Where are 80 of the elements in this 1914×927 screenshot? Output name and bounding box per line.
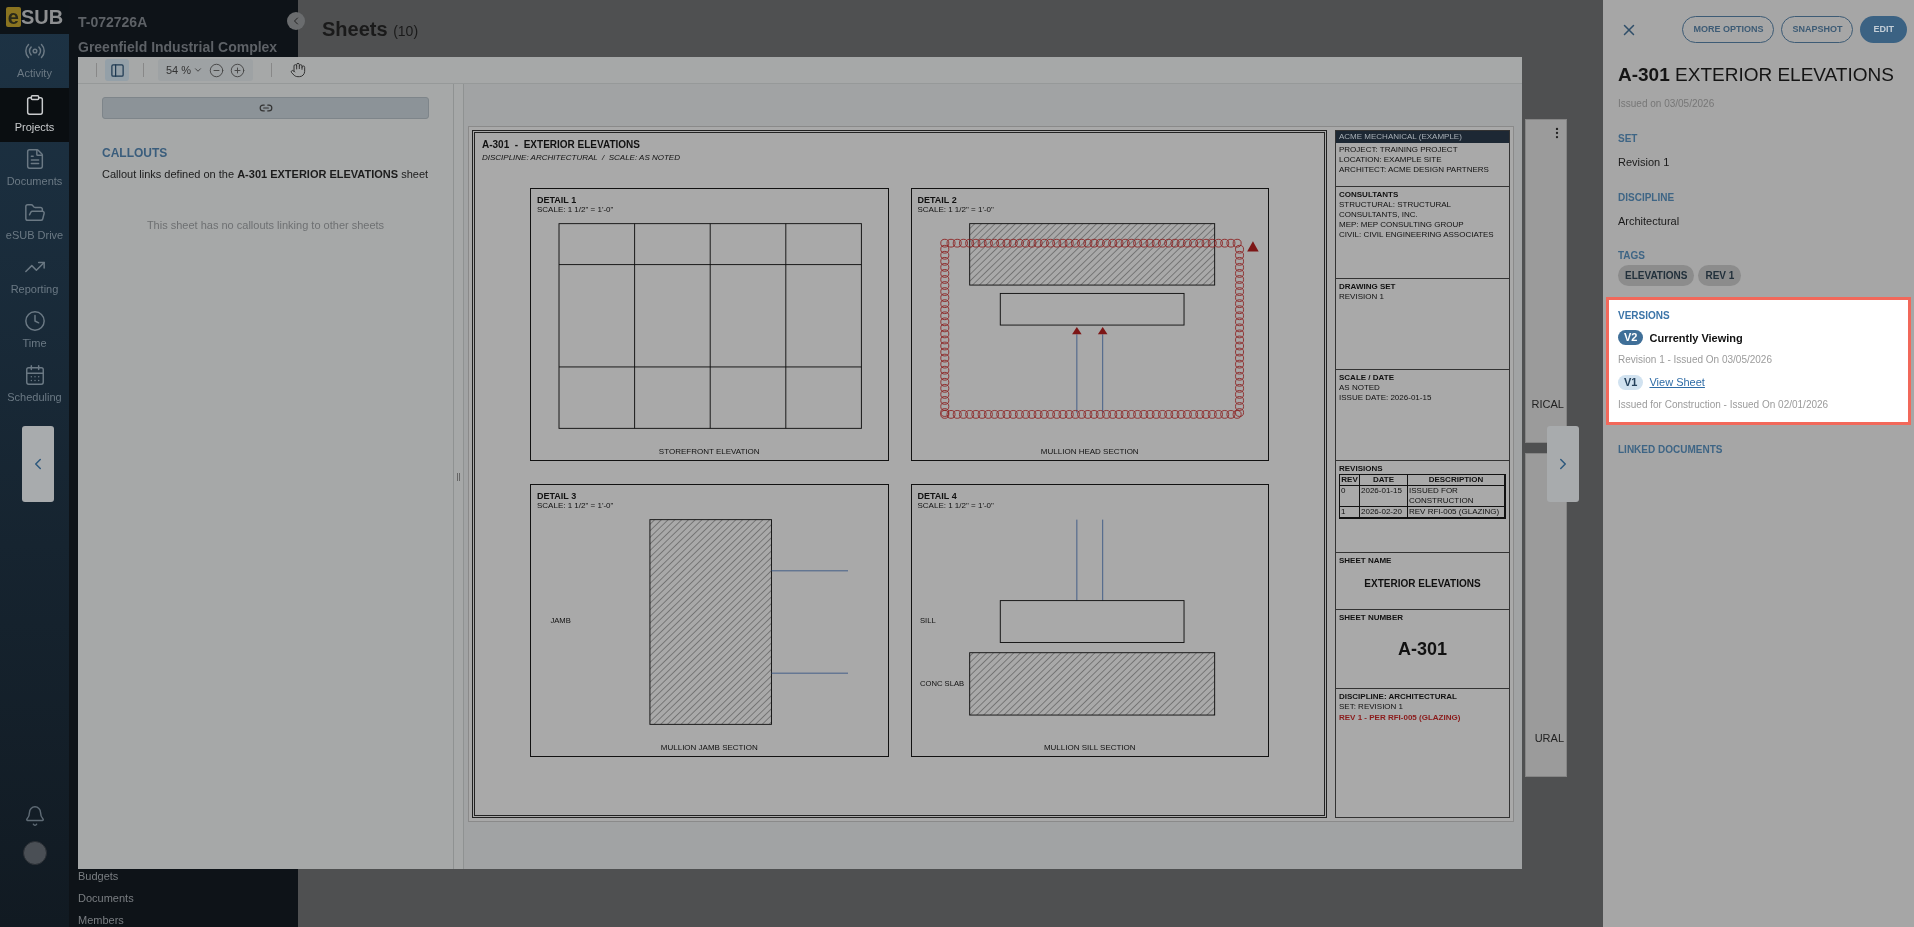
table-cell: REV RFI-005 (GLAZING) xyxy=(1408,507,1505,518)
nav-item[interactable]: eSUB Drive xyxy=(0,196,69,250)
view-sheet-link[interactable]: View Sheet xyxy=(1649,374,1705,391)
field-label: TAGS xyxy=(1618,248,1647,263)
title-block-text: CIVIL: CIVIL ENGINEERING ASSOCIATES xyxy=(1339,230,1494,240)
project-code: T-072726A xyxy=(78,13,148,32)
section-heading: VERSIONS xyxy=(1618,308,1671,323)
version-detail: Issued for Construction - Issued On 02/01/2026 xyxy=(1618,397,1830,412)
detail-caption: MULLION SILL SECTION xyxy=(1043,743,1136,753)
title-block-heading: CONSULTANTS xyxy=(1339,190,1399,200)
nav-item[interactable]: Activity xyxy=(0,34,69,88)
version-status: Currently Viewing xyxy=(1649,330,1743,346)
version-detail: Revision 1 - Issued On 03/05/2026 xyxy=(1618,353,1773,367)
title-block-text: ARCHITECT: ACME DESIGN PARTNERS xyxy=(1339,165,1489,175)
revision-note: REV 1 - PER RFI-005 (GLAZING) xyxy=(1339,712,1461,724)
page-title: Sheets (10) xyxy=(322,16,419,42)
title-block-heading: DRAWING SET xyxy=(1339,282,1396,292)
detail-scale: SCALE: 1 1/2" = 1'-0" xyxy=(917,205,994,215)
sheet-card[interactable]: RICAL xyxy=(1525,119,1567,443)
nav-item[interactable]: Documents xyxy=(0,142,69,196)
field-label: DISCIPLINE xyxy=(1618,191,1676,205)
company-name: ACME MECHANICAL (EXAMPLE) xyxy=(1339,132,1462,142)
title-block-text: MEP: MEP CONSULTING GROUP xyxy=(1339,220,1464,230)
callouts-description: Callout links defined on the A-301 EXTERIOR ELEVATIONS sheet xyxy=(102,167,429,182)
field-value: Architectural xyxy=(1618,214,1681,229)
nav-item[interactable]: Time xyxy=(0,304,69,358)
title-block-text: LOCATION: EXAMPLE SITE xyxy=(1339,155,1442,165)
nav-item[interactable]: Scheduling xyxy=(0,358,69,412)
project-name: Greenfield Industrial Complex xyxy=(78,38,278,57)
title-block-heading: SHEET NUMBER xyxy=(1339,613,1403,623)
sheet-heading: A-301 EXTERIOR ELEVATIONS xyxy=(1618,63,1895,87)
detail-caption: MULLION JAMB SECTION xyxy=(660,743,758,753)
detail-title: DETAIL 1 xyxy=(537,195,577,205)
detail-title: DETAIL 3 xyxy=(537,491,577,501)
detail-caption: MULLION HEAD SECTION xyxy=(1040,447,1139,457)
title-block-heading: SCALE / DATE xyxy=(1339,373,1394,383)
table-cell: ISSUED FOR CONSTRUCTION xyxy=(1408,486,1505,507)
title-block-text: STRUCTURAL: STRUCTURAL CONSULTANTS, INC. xyxy=(1339,200,1452,220)
table-cell: 0 xyxy=(1340,486,1360,507)
title-block-heading: SHEET NAME xyxy=(1339,556,1392,566)
table-cell: 2026-01-15 xyxy=(1360,486,1408,507)
title-block-heading: DISCIPLINE: ARCHITECTURAL xyxy=(1339,692,1457,702)
title-block-text: PROJECT: TRAINING PROJECT xyxy=(1339,145,1458,155)
tag: REV 1 xyxy=(1698,264,1742,286)
sheet-number: A-301 xyxy=(1397,638,1448,661)
title-block-text: REVISION 1 xyxy=(1339,292,1384,302)
detail-title: DETAIL 2 xyxy=(917,195,957,205)
sheet-title: A-301 - EXTERIOR ELEVATIONS xyxy=(482,138,640,152)
detail-caption: STOREFRONT ELEVATION xyxy=(658,447,760,457)
project-menu-item[interactable]: Members xyxy=(78,914,298,926)
detail-scale: SCALE: 1 1/2" = 1'-0" xyxy=(537,205,614,215)
nav-item[interactable]: Projects xyxy=(0,88,69,142)
sheet-subtitle: DISCIPLINE: ARCHITECTURAL / SCALE: AS NOTED xyxy=(482,152,680,164)
sheet-card[interactable]: URAL xyxy=(1525,453,1567,777)
section-heading: LINKED DOCUMENTS xyxy=(1617,442,1724,457)
field-label: SET xyxy=(1618,131,1639,146)
zoom-dropdown[interactable]: 54 % xyxy=(166,61,204,79)
title-block-heading: REVISIONS xyxy=(1339,464,1383,474)
logo: eSUB xyxy=(5,7,64,27)
table-header: DESCRIPTION xyxy=(1408,475,1505,486)
version-badge: V2 xyxy=(1618,330,1644,346)
project-menu-item[interactable]: Documents xyxy=(78,892,298,904)
version-badge: V1 xyxy=(1618,374,1644,390)
section-heading: CALLOUTS xyxy=(102,145,169,162)
field-value: Revision 1 xyxy=(1618,154,1671,170)
tag: ELEVATIONS xyxy=(1618,264,1695,286)
detail-scale: SCALE: 1 1/2" = 1'-0" xyxy=(537,501,614,511)
sheet-name: EXTERIOR ELEVATIONS xyxy=(1363,577,1482,591)
table-header: REV xyxy=(1340,475,1360,486)
table-cell: 2026-02-20 xyxy=(1360,507,1408,518)
action-button[interactable]: EDIT xyxy=(1860,16,1907,43)
title-block-text: SET: REVISION 1 xyxy=(1339,702,1404,712)
title-block-text: AS NOTED xyxy=(1339,383,1380,393)
detail-scale: SCALE: 1 1/2" = 1'-0" xyxy=(917,501,994,511)
project-menu-item[interactable]: Budgets xyxy=(78,870,298,882)
table-cell: 1 xyxy=(1340,507,1360,518)
title-block-text: ISSUE DATE: 2026-01-15 xyxy=(1339,393,1432,403)
detail-title: DETAIL 4 xyxy=(917,491,957,501)
table-header: DATE xyxy=(1360,475,1408,486)
nav-item[interactable]: Reporting xyxy=(0,250,69,304)
